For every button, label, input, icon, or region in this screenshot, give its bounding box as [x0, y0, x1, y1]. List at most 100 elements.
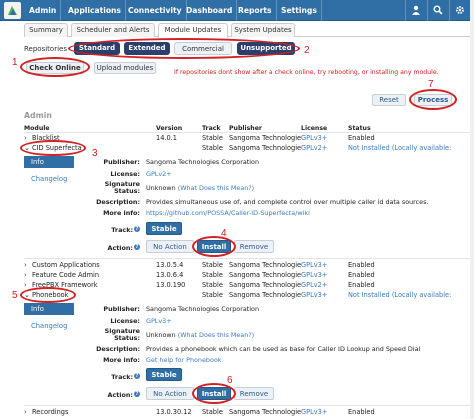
search-icon[interactable]	[427, 0, 447, 21]
help-icon[interactable]: ?	[134, 244, 140, 250]
detail-label-track: Track:	[111, 373, 133, 381]
module-track: Stable	[202, 408, 223, 416]
tab-system-updates[interactable]: System Updates	[231, 23, 295, 37]
module-status: Enabled	[348, 261, 375, 269]
nav-dashboard[interactable]: Dashboard	[182, 0, 238, 21]
annotation-circle-5	[20, 287, 76, 303]
module-track: Stable	[202, 281, 223, 289]
detail-value-description: Provides simultaneous use of, and comple…	[146, 198, 429, 206]
module-license[interactable]: GPLv3+	[301, 291, 327, 299]
module-status: Enabled	[348, 408, 375, 416]
module-publisher: Sangoma Technologie	[229, 281, 302, 289]
nav-admin[interactable]: Admin	[25, 0, 62, 21]
column-header-publisher: Publisher	[229, 125, 262, 132]
annotation-circle-3	[20, 140, 86, 156]
nav-reports[interactable]: Reports	[234, 0, 277, 21]
help-icon[interactable]: ?	[134, 226, 140, 232]
annotation-number-6: 6	[227, 375, 233, 386]
detail-value-signature: Unknown	[146, 331, 176, 339]
reset-button[interactable]: Reset	[372, 94, 406, 106]
detail-label-status: Status:	[114, 187, 140, 195]
module-license[interactable]: GPLv2+	[301, 281, 327, 289]
detail-value-signature: Unknown	[146, 184, 176, 192]
tab-changelog[interactable]: Changelog	[24, 320, 74, 332]
column-header-license: License	[301, 125, 328, 132]
annotation-number-1: 1	[12, 57, 18, 68]
tab-scheduler-alerts[interactable]: Scheduler and Alerts	[71, 23, 155, 37]
annotation-number-7: 7	[428, 79, 434, 90]
more-info-link[interactable]: https://github.com/POSSA/Caller-ID-Super…	[146, 209, 310, 217]
tab-summary[interactable]: Summary	[24, 23, 68, 37]
signature-help-link[interactable]: (What Does this Mean?)	[178, 331, 254, 339]
annotation-circle-1	[20, 57, 90, 77]
remove-button[interactable]: Remove	[234, 387, 274, 400]
module-publisher: Sangoma Technologie	[229, 291, 302, 299]
tab-bar: Summary Scheduler and Alerts Module Upda…	[24, 23, 470, 38]
no-action-button[interactable]: No Action	[146, 387, 194, 400]
signature-help-link[interactable]: (What Does this Mean?)	[178, 184, 254, 192]
annotation-circle-7	[409, 89, 457, 110]
module-name: Feature Code Admin	[32, 271, 100, 279]
module-status: Not Installed (Locally available:	[348, 144, 452, 152]
module-license[interactable]: GPLv3+	[301, 261, 327, 269]
detail-value-publisher: Sangoma Technologies Corporation	[146, 305, 259, 313]
tab-module-updates[interactable]: Module Updates	[158, 23, 228, 38]
track-stable-button[interactable]: Stable	[146, 222, 182, 235]
gear-icon[interactable]	[449, 0, 469, 21]
upload-modules-button[interactable]: Upload modules	[94, 62, 156, 74]
tab-info[interactable]: Info	[24, 303, 74, 315]
detail-value-publisher: Sangoma Technologies Corporation	[146, 158, 259, 166]
help-icon[interactable]: ?	[134, 373, 140, 379]
annotation-number-4: 4	[221, 228, 227, 239]
detail-value-license[interactable]: GPLv3+	[146, 317, 172, 325]
user-icon[interactable]	[405, 0, 425, 21]
module-publisher: Sangoma Technologie	[229, 261, 302, 269]
detail-label-track: Track:	[111, 226, 133, 234]
detail-value-license[interactable]: GPLv2+	[146, 170, 172, 178]
detail-label-more-info: More info:	[103, 356, 140, 364]
detail-track-label-wrap: Track:?	[70, 373, 140, 381]
module-version: 13.0.5.4	[156, 261, 184, 269]
module-license[interactable]: GPLv2+	[301, 144, 327, 152]
no-action-button[interactable]: No Action	[146, 240, 194, 253]
module-license[interactable]: GPLv3+	[301, 271, 327, 279]
detail-label-license: License:	[110, 170, 140, 178]
section-title-admin: Admin	[24, 111, 52, 120]
detail-label-publisher: Publisher:	[103, 158, 140, 166]
module-status: Enabled	[348, 134, 375, 142]
chevron-right-icon: ›	[24, 271, 27, 279]
module-track: Stable	[202, 134, 223, 142]
module-version: 14.0.1	[156, 134, 177, 142]
help-icon[interactable]: ?	[134, 391, 140, 397]
module-publisher: Sangoma Technologie	[229, 408, 302, 416]
chevron-right-icon: ›	[24, 281, 27, 289]
freepbx-logo-icon[interactable]	[4, 2, 21, 19]
tab-changelog[interactable]: Changelog	[24, 173, 74, 185]
column-header-module: Module	[24, 125, 50, 132]
column-header-version: Version	[156, 125, 183, 132]
detail-label-description: Description:	[96, 198, 140, 206]
annotation-number-5: 5	[12, 290, 18, 301]
detail-label-publisher: Publisher:	[103, 305, 140, 313]
remove-button[interactable]: Remove	[234, 240, 274, 253]
detail-label-action: Action:	[107, 244, 133, 252]
detail-label-action: Action:	[107, 391, 133, 399]
detail-action-label-wrap: Action:?	[70, 391, 140, 399]
module-license[interactable]: GPLv3+	[301, 408, 327, 416]
detail-action-label-wrap: Action:?	[70, 244, 140, 252]
nav-applications[interactable]: Applications	[64, 0, 126, 21]
row-divider	[24, 258, 470, 259]
module-name: Recordings	[32, 408, 69, 416]
scrollbar[interactable]	[470, 0, 474, 419]
tab-info[interactable]: Info	[24, 156, 74, 168]
nav-settings[interactable]: Settings	[277, 0, 322, 21]
column-header-status: Status	[348, 125, 371, 132]
module-track: Stable	[202, 144, 223, 152]
track-stable-button[interactable]: Stable	[146, 368, 182, 381]
nav-connectivity[interactable]: Connectivity	[124, 0, 187, 21]
module-version: 13.0.190	[156, 281, 186, 289]
module-license[interactable]: GPLv3+	[301, 134, 327, 142]
module-publisher: Sangoma Technologie	[229, 144, 302, 152]
row-divider	[24, 405, 470, 406]
more-info-link[interactable]: Get help for Phonebook	[146, 356, 221, 364]
